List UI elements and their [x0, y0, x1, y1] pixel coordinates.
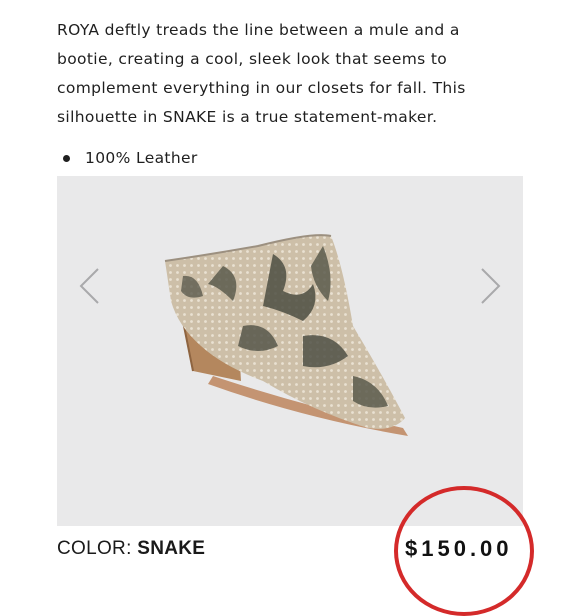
product-image	[164, 234, 408, 436]
description-line: ROYA deftly treads the line between a mu…	[57, 21, 460, 39]
color-value: SNAKE	[137, 538, 206, 559]
color-label: COLOR:	[57, 538, 132, 559]
product-price: $150.00	[405, 536, 513, 561]
chevron-right-icon[interactable]	[471, 266, 511, 306]
feature-text: 100% Leather	[85, 149, 198, 167]
feature-item: 100% Leather	[57, 146, 198, 170]
color-selection: COLOR: SNAKE	[57, 538, 205, 560]
description-line: complement everything in our closets for…	[57, 79, 466, 97]
description-line: silhouette in SNAKE is a true statement-…	[57, 108, 438, 126]
feature-list: 100% Leather	[57, 146, 198, 170]
bullet-icon	[63, 155, 70, 162]
description-line: bootie, creating a cool, sleek look that…	[57, 50, 448, 68]
product-image-gallery	[57, 176, 523, 526]
chevron-left-icon[interactable]	[69, 266, 109, 306]
product-description: ROYA deftly treads the line between a mu…	[57, 16, 557, 132]
